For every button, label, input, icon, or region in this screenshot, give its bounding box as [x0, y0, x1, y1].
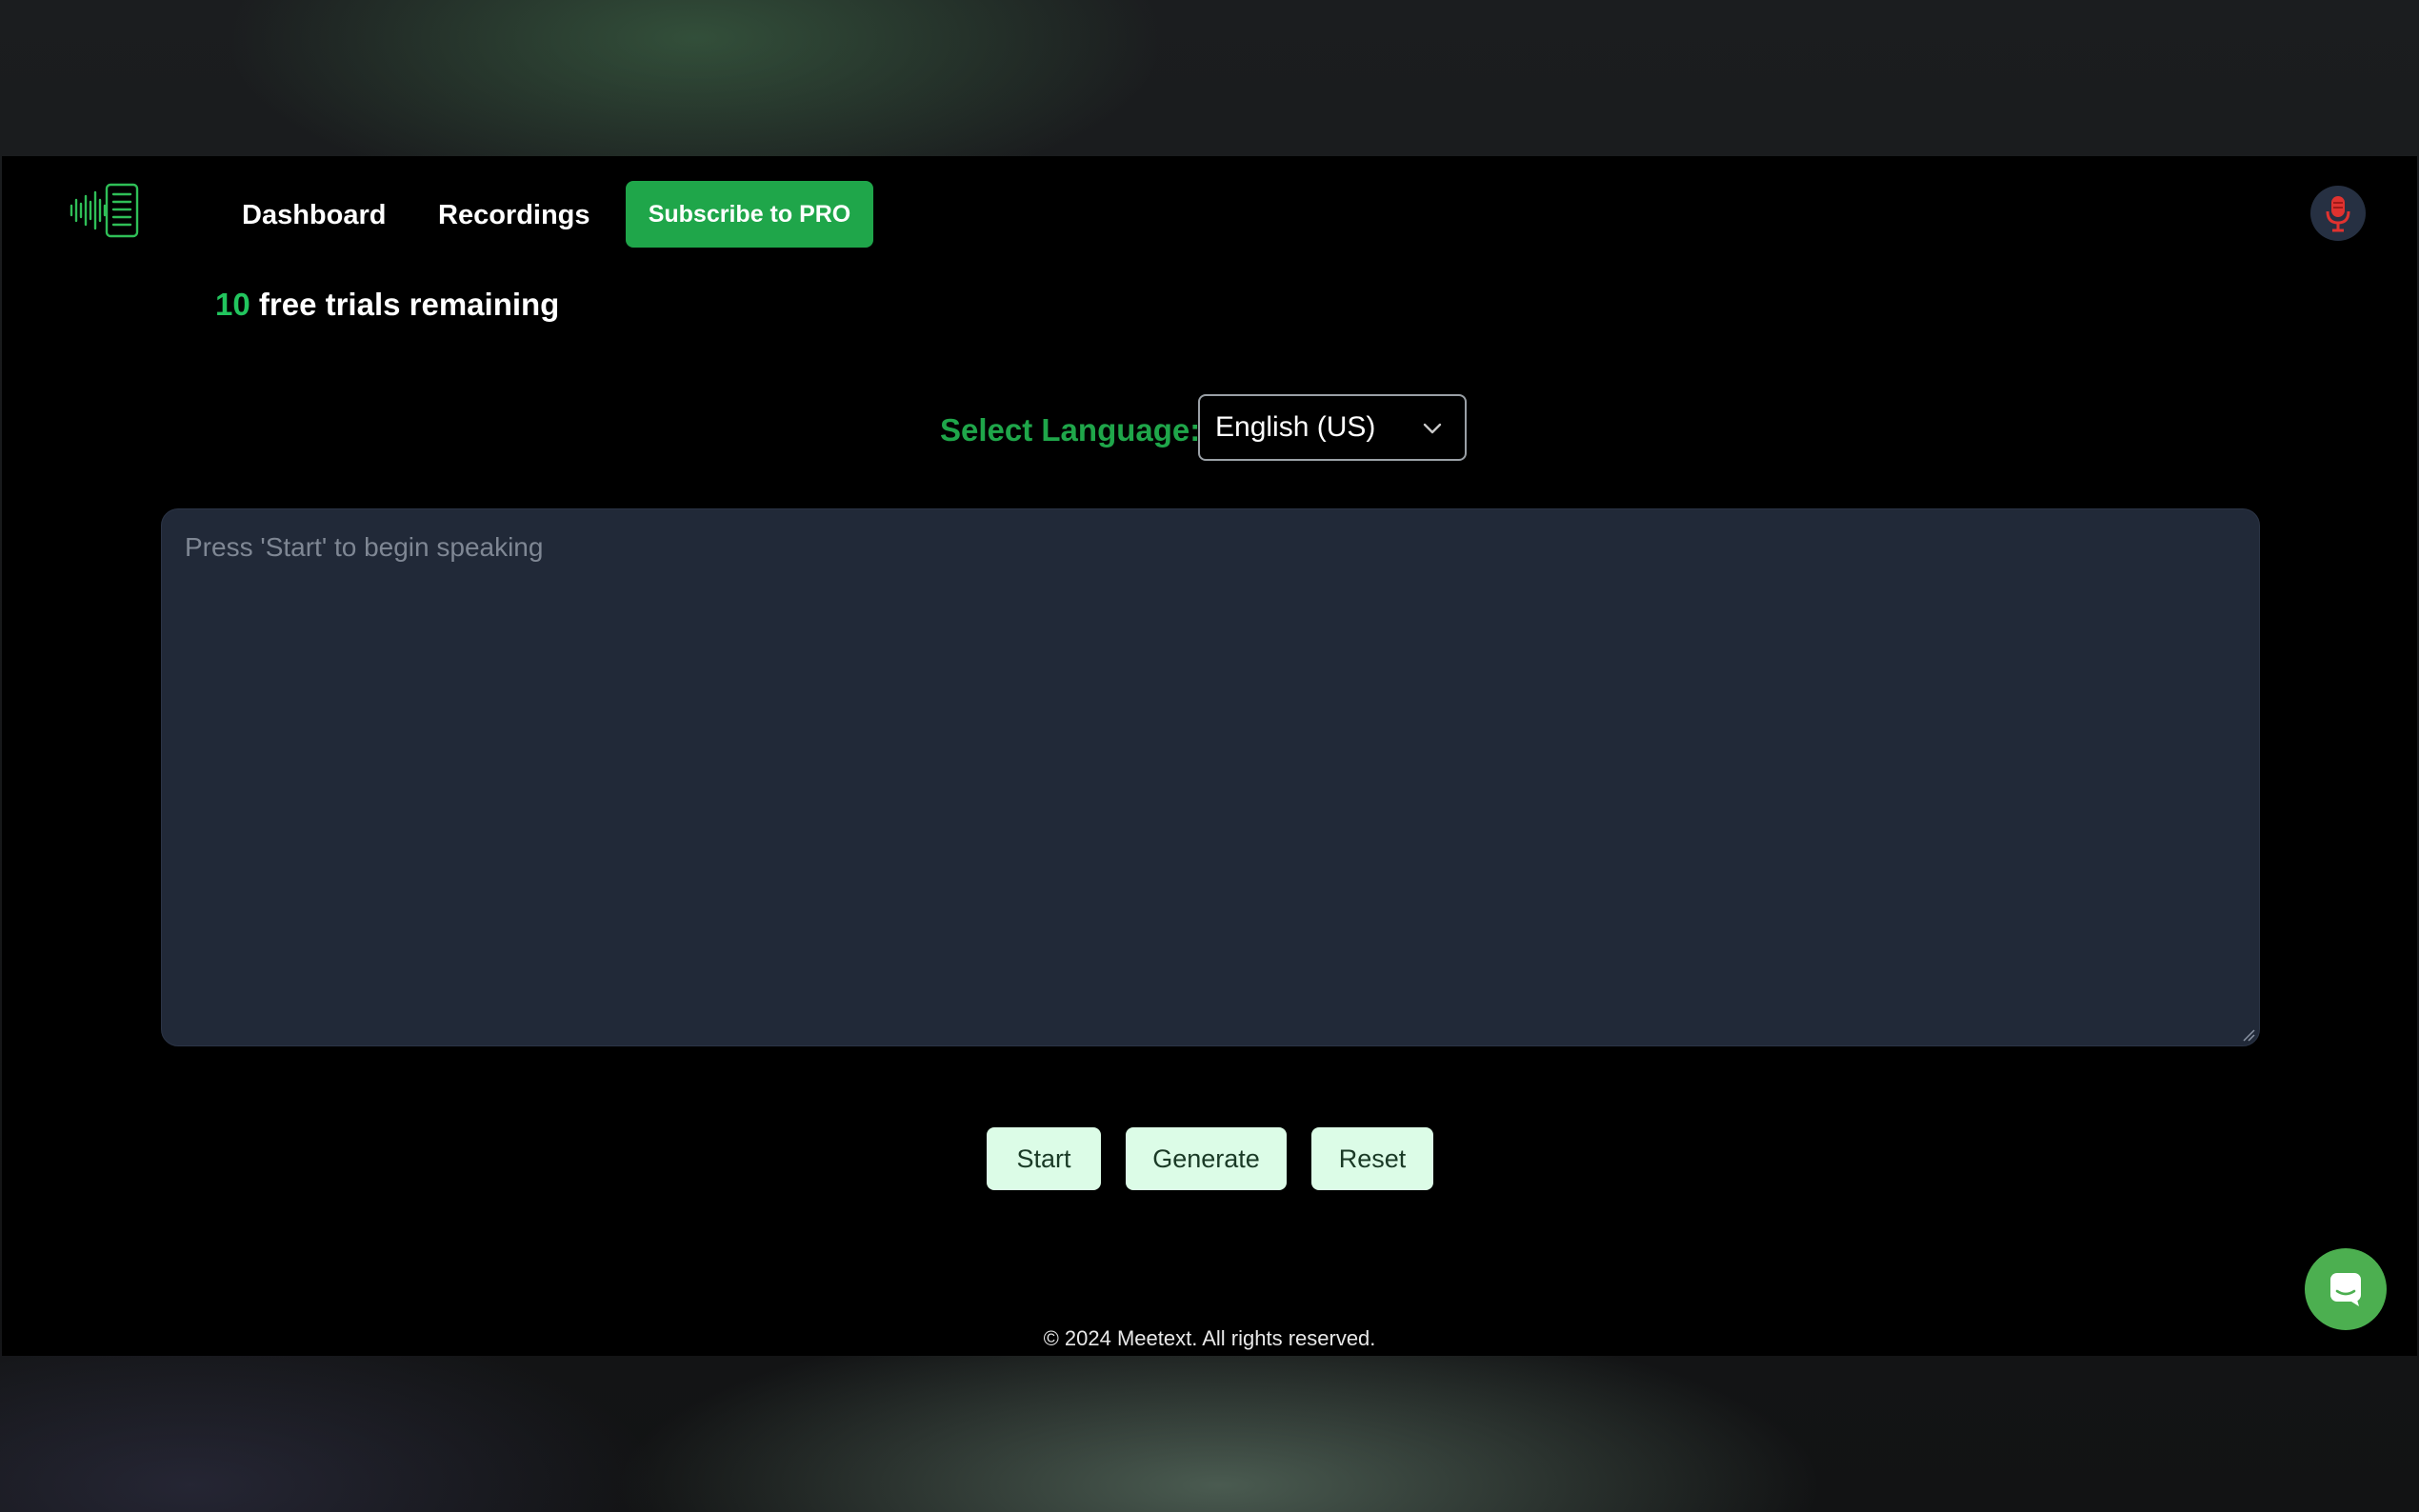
- resize-handle-icon[interactable]: [2242, 1028, 2255, 1042]
- waveform-document-icon[interactable]: [69, 181, 141, 240]
- language-select[interactable]: English (US): [1198, 394, 1467, 461]
- footer-copyright: © 2024 Meetext. All rights reserved.: [1043, 1326, 1376, 1350]
- chat-bubble-icon: [2330, 1273, 2361, 1306]
- start-button[interactable]: Start: [987, 1127, 1101, 1190]
- microphone-icon: [2326, 196, 2350, 232]
- subscribe-pro-button[interactable]: Subscribe to PRO: [626, 181, 873, 248]
- transcript-placeholder: Press 'Start' to begin speaking: [185, 532, 544, 562]
- transcript-textarea[interactable]: Press 'Start' to begin speaking: [161, 508, 2260, 1046]
- language-selected-value: English (US): [1215, 411, 1376, 443]
- language-label: Select Language:: [940, 412, 1201, 448]
- chevron-down-icon: [1423, 423, 1442, 434]
- app-window: Dashboard Recordings Subscribe to PRO 10…: [2, 156, 2417, 1356]
- generate-button[interactable]: Generate: [1126, 1127, 1287, 1190]
- nav-dashboard-link[interactable]: Dashboard: [242, 198, 386, 232]
- chat-launcher-button[interactable]: [2305, 1248, 2387, 1330]
- avatar[interactable]: [2310, 186, 2366, 241]
- free-trials-text: free trials remaining: [250, 287, 560, 322]
- free-trials-count: 10: [215, 287, 250, 322]
- free-trials-status: 10 free trials remaining: [215, 286, 559, 324]
- nav-recordings-link[interactable]: Recordings: [438, 198, 590, 232]
- reset-button[interactable]: Reset: [1311, 1127, 1433, 1190]
